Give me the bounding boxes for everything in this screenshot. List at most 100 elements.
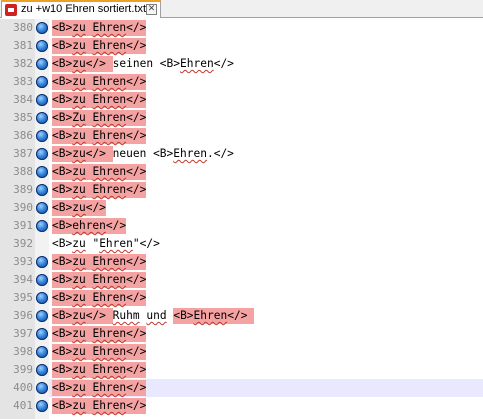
- editor-line[interactable]: 391 <B>ehren</>: [0, 217, 483, 235]
- highlighted-match: zu: [72, 398, 86, 414]
- editor-line[interactable]: 380 <B>zu Ehren</>: [0, 19, 483, 37]
- globe-bookmark-icon[interactable]: [36, 202, 48, 214]
- line-text[interactable]: <B>zu Ehren</>: [52, 362, 147, 378]
- highlighted-match: </>: [85, 56, 113, 72]
- highlighted-match: zu: [72, 344, 86, 360]
- globe-bookmark-icon[interactable]: [36, 328, 48, 340]
- line-number: 387: [13, 147, 33, 160]
- line-text[interactable]: <B>zu Ehren</>: [52, 398, 147, 414]
- editor-line[interactable]: 387 <B>zu</> neuen <B>Ehren.</>: [0, 145, 483, 163]
- editor-line[interactable]: 396 <B>zu</> Ruhm und <B>Ehren</>: [0, 307, 483, 325]
- editor-line[interactable]: 392 <B>zu "Ehren"</>: [0, 235, 483, 253]
- line-text[interactable]: <B>zu Ehren</>: [52, 272, 147, 288]
- line-text[interactable]: <B>zu Ehren</>: [52, 380, 147, 396]
- globe-bookmark-icon[interactable]: [36, 400, 48, 412]
- text-segment: Ehren: [99, 237, 133, 250]
- line-text[interactable]: <B>zu Ehren</>: [52, 20, 147, 36]
- line-text[interactable]: <B>zu Ehren</>: [52, 128, 147, 144]
- line-text[interactable]: <B>zu Ehren</>: [52, 92, 147, 108]
- line-text[interactable]: <B>zu "Ehren"</>: [52, 237, 160, 251]
- highlighted-match: <B>: [52, 272, 73, 288]
- highlighted-match: <B>: [52, 344, 73, 360]
- globe-bookmark-icon[interactable]: [36, 130, 48, 142]
- highlighted-match: </>: [126, 272, 147, 288]
- globe-bookmark-icon[interactable]: [36, 364, 48, 376]
- globe-bookmark-icon[interactable]: [36, 310, 48, 322]
- editor-line[interactable]: 388 <B>zu Ehren</>: [0, 163, 483, 181]
- line-text[interactable]: <B>zu Ehren</>: [52, 164, 147, 180]
- globe-bookmark-icon[interactable]: [36, 346, 48, 358]
- highlighted-match: zu: [72, 254, 86, 270]
- line-number: 393: [13, 255, 33, 268]
- globe-bookmark-icon[interactable]: [36, 148, 48, 160]
- globe-bookmark-icon[interactable]: [36, 94, 48, 106]
- editor-line[interactable]: 401 <B>zu Ehren</>: [0, 397, 483, 415]
- highlighted-match: </>: [126, 92, 147, 108]
- editor-line[interactable]: 390 <B>zu</>: [0, 199, 483, 217]
- line-number: 397: [13, 327, 33, 340]
- line-text[interactable]: <B>zu Ehren</>: [52, 38, 147, 54]
- tab-file[interactable]: zu +w10 Ehren sortiert.txt ✕: [1, 0, 161, 18]
- globe-bookmark-icon[interactable]: [36, 220, 48, 232]
- globe-bookmark-icon[interactable]: [36, 166, 48, 178]
- text-segment: und: [146, 309, 167, 322]
- editor-line[interactable]: 395 <B>zu Ehren</>: [0, 289, 483, 307]
- line-text[interactable]: <B>zu Ehren</>: [52, 290, 147, 306]
- editor-line[interactable]: 399 <B>zu Ehren</>: [0, 361, 483, 379]
- globe-bookmark-icon[interactable]: [36, 22, 48, 34]
- highlighted-match: </>: [85, 146, 113, 162]
- line-text[interactable]: <B>zu</> Ruhm und <B>Ehren</>: [52, 308, 255, 324]
- line-text[interactable]: <B>zu Ehren</>: [52, 74, 147, 90]
- text-segment: "</>: [132, 237, 160, 250]
- line-text[interactable]: <B>Zu Ehren</>: [52, 110, 147, 126]
- editor-line[interactable]: 385 <B>Zu Ehren</>: [0, 109, 483, 127]
- editor-line-current[interactable]: 400 <B>zu Ehren</>: [0, 379, 483, 397]
- highlighted-match: zu: [72, 164, 86, 180]
- globe-bookmark-icon[interactable]: [36, 58, 48, 70]
- text-segment: zu: [72, 237, 86, 250]
- globe-bookmark-icon[interactable]: [36, 184, 48, 196]
- text-segment: neuen <B>: [112, 147, 174, 160]
- globe-bookmark-icon[interactable]: [36, 274, 48, 286]
- line-text[interactable]: <B>zu Ehren</>: [52, 326, 147, 342]
- line-text[interactable]: <B>zu</> neuen <B>Ehren.</>: [52, 146, 234, 162]
- text-segment: .</>: [206, 147, 234, 160]
- editor-line[interactable]: 393 <B>zu Ehren</>: [0, 253, 483, 271]
- highlighted-match: <B>: [52, 128, 73, 144]
- editor-line[interactable]: 394 <B>zu Ehren</>: [0, 271, 483, 289]
- line-text[interactable]: <B>zu Ehren</>: [52, 254, 147, 270]
- line-text[interactable]: <B>zu Ehren</>: [52, 182, 147, 198]
- globe-bookmark-icon[interactable]: [36, 112, 48, 124]
- globe-bookmark-icon[interactable]: [36, 40, 48, 52]
- highlighted-match: <B>: [52, 200, 73, 216]
- highlighted-match: <B>: [52, 38, 73, 54]
- line-text[interactable]: <B>zu</> seinen <B>Ehren</>: [52, 56, 234, 72]
- text-segment: seinen <B>: [112, 57, 181, 70]
- text-editor[interactable]: 380 <B>zu Ehren</> 381 <B>zu Ehren</> 382 <B>…: [0, 19, 483, 419]
- editor-line[interactable]: 397 <B>zu Ehren</>: [0, 325, 483, 343]
- editor-line[interactable]: 382 <B>zu</> seinen <B>Ehren</>: [0, 55, 483, 73]
- editor-line[interactable]: 384 <B>zu Ehren</>: [0, 91, 483, 109]
- line-number: 391: [13, 219, 33, 232]
- globe-bookmark-icon[interactable]: [36, 256, 48, 268]
- line-text[interactable]: <B>zu</>: [52, 200, 106, 216]
- editor-line[interactable]: 381 <B>zu Ehren</>: [0, 37, 483, 55]
- globe-bookmark-icon[interactable]: [36, 382, 48, 394]
- highlighted-match: Ehren: [92, 326, 127, 342]
- editor-line[interactable]: 389 <B>zu Ehren</>: [0, 181, 483, 199]
- highlighted-match: zu: [72, 38, 86, 54]
- highlighted-match: Ehren: [92, 254, 127, 270]
- editor-line[interactable]: 383 <B>zu Ehren</>: [0, 73, 483, 91]
- highlighted-match: Ehren: [92, 398, 127, 414]
- highlighted-match: </>: [126, 164, 147, 180]
- line-number: 401: [13, 399, 33, 412]
- editor-line[interactable]: 386 <B>zu Ehren</>: [0, 127, 483, 145]
- editor-line[interactable]: 398 <B>zu Ehren</>: [0, 343, 483, 361]
- globe-bookmark-icon[interactable]: [36, 292, 48, 304]
- highlighted-match: <B>: [52, 398, 73, 414]
- line-text[interactable]: <B>zu Ehren</>: [52, 344, 147, 360]
- highlighted-match: <B>: [52, 380, 73, 396]
- close-icon[interactable]: ✕: [146, 4, 157, 15]
- globe-bookmark-icon[interactable]: [36, 76, 48, 88]
- line-text[interactable]: <B>ehren</>: [52, 218, 127, 234]
